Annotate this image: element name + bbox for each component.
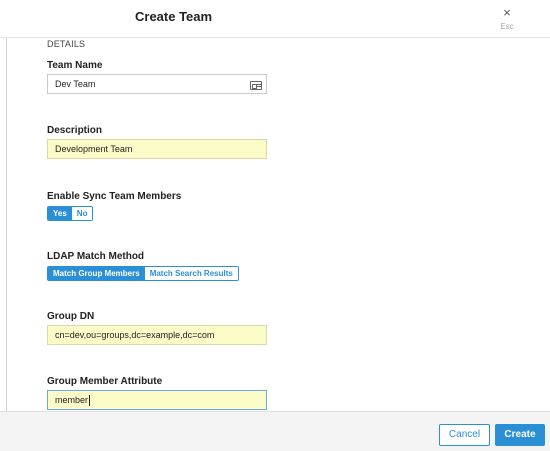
description-input[interactable]: Development Team (47, 139, 267, 159)
close-button[interactable]: × Esc (496, 6, 518, 32)
cancel-button[interactable]: Cancel (439, 424, 490, 446)
section-label-details: DETAILS (47, 39, 86, 49)
enable-sync-toggle: Yes No (47, 206, 94, 221)
close-icon[interactable]: × (496, 6, 518, 20)
left-divider (6, 38, 7, 411)
modal-title: Create Team (135, 9, 213, 24)
ldap-match-toggle: Match Group Members Match Search Results (47, 266, 239, 281)
match-group-members-option[interactable]: Match Group Members (48, 267, 145, 280)
enable-sync-label: Enable Sync Team Members (47, 191, 182, 202)
sync-yes-option[interactable]: Yes (48, 207, 72, 220)
group-dn-label: Group DN (47, 311, 95, 322)
create-button[interactable]: Create (495, 424, 545, 446)
group-member-attribute-input[interactable]: member (47, 390, 267, 410)
group-member-attribute-label: Group Member Attribute (47, 376, 163, 387)
match-search-results-option[interactable]: Match Search Results (144, 267, 238, 280)
form-body: DETAILS Team Name Dev Team Description D… (0, 38, 550, 411)
ldap-match-label: LDAP Match Method (47, 251, 145, 262)
modal-header: Create Team × Esc (0, 0, 550, 38)
modal-footer: Cancel Create (0, 411, 550, 451)
id-card-icon[interactable] (250, 81, 262, 90)
group-member-attribute-value: member (55, 395, 89, 405)
group-dn-input[interactable]: cn=dev,ou=groups,dc=example,dc=com (47, 325, 267, 345)
text-caret (89, 395, 91, 407)
sync-no-option[interactable]: No (71, 207, 93, 220)
team-name-input[interactable]: Dev Team (47, 74, 267, 94)
esc-hint: Esc (500, 22, 514, 31)
description-label: Description (47, 125, 103, 136)
team-name-label: Team Name (47, 60, 103, 71)
